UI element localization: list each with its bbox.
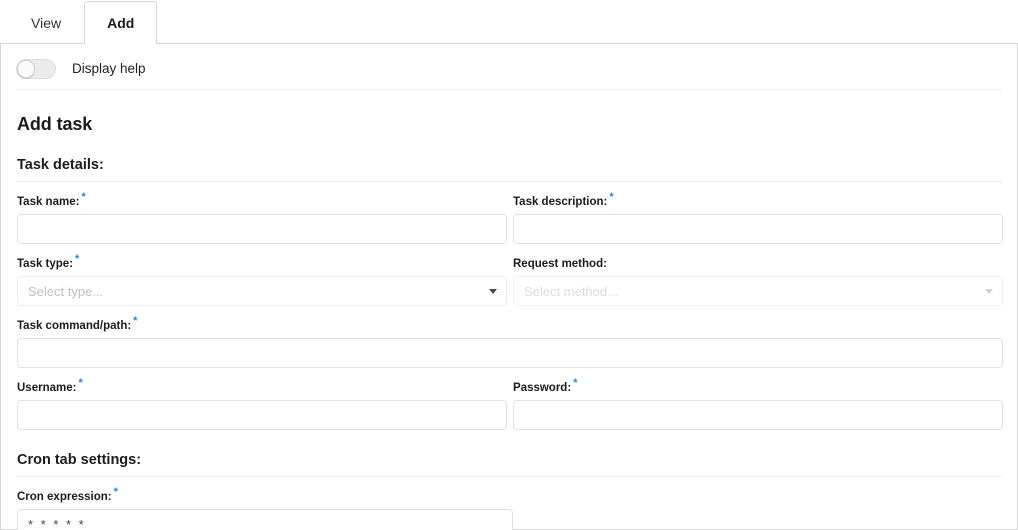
- field-task-command-path-label: Task command/path: *: [17, 316, 1003, 333]
- field-task-description: Task description: *: [513, 192, 1003, 244]
- toggle-knob-icon: [17, 59, 35, 78]
- field-cron-expression-label: Cron expression: *: [17, 487, 513, 504]
- section-cron-settings-divider: [17, 476, 1002, 477]
- required-marker: *: [133, 315, 138, 328]
- tab-panel-add: Display help Add task Task details: Task…: [0, 44, 1018, 530]
- field-task-name: Task name: *: [17, 192, 507, 244]
- field-username-label-text: Username:: [17, 382, 77, 394]
- section-cron-settings: Cron tab settings: Cron expression: *: [15, 452, 1003, 530]
- section-task-details-divider: [17, 181, 1002, 182]
- add-task-page: View Add Display help Add task Task deta…: [0, 0, 1018, 530]
- required-marker: *: [573, 377, 578, 390]
- chevron-down-icon: [489, 289, 497, 294]
- field-password-label-text: Password:: [513, 382, 572, 394]
- task-type-select-placeholder: Select type...: [28, 283, 104, 299]
- field-request-method-label-text: Request method:: [513, 258, 607, 270]
- form-row-cron-expression: Cron expression: *: [17, 487, 1003, 530]
- section-task-details: Task details: Task name: * Task descripti…: [15, 157, 1003, 430]
- task-name-input[interactable]: [17, 214, 507, 244]
- tab-add-label: Add: [107, 15, 135, 31]
- task-command-path-input[interactable]: [17, 338, 1003, 368]
- display-help-row: Display help: [16, 44, 1002, 90]
- cron-expression-input[interactable]: [17, 509, 513, 530]
- password-input[interactable]: [513, 400, 1003, 430]
- tab-view-label: View: [31, 15, 62, 31]
- field-request-method-label: Request method:: [513, 257, 1003, 271]
- required-marker: *: [78, 377, 83, 390]
- field-password-label: Password: *: [513, 378, 1003, 395]
- field-task-description-label: Task description: *: [513, 192, 1003, 209]
- field-task-name-label: Task name: *: [17, 192, 507, 209]
- field-task-command-path-label-text: Task command/path:: [17, 320, 132, 332]
- field-username-label: Username: *: [17, 378, 507, 395]
- section-task-details-title: Task details:: [17, 157, 104, 173]
- field-password: Password: *: [513, 378, 1003, 430]
- form-row-type-method: Task type: * Select type... Request metho…: [17, 254, 1003, 306]
- form-row-credentials: Username: * Password: *: [17, 378, 1003, 430]
- field-task-type-label: Task type: *: [17, 254, 507, 271]
- required-marker: *: [113, 486, 118, 499]
- section-cron-settings-title: Cron tab settings:: [17, 452, 142, 468]
- required-marker: *: [75, 253, 80, 266]
- field-username: Username: *: [17, 378, 507, 430]
- field-task-name-label-text: Task name:: [17, 196, 80, 208]
- display-help-label: Display help: [72, 61, 146, 76]
- form-row-name-description: Task name: * Task description: *: [17, 192, 1003, 244]
- tab-view[interactable]: View: [8, 1, 85, 44]
- page-title: Add task: [17, 114, 93, 134]
- required-marker: *: [609, 191, 614, 204]
- username-input[interactable]: [17, 400, 507, 430]
- field-task-command-path: Task command/path: *: [17, 316, 1003, 368]
- field-cron-expression: Cron expression: *: [17, 487, 513, 530]
- field-task-type: Task type: * Select type...: [17, 254, 507, 306]
- display-help-toggle[interactable]: [16, 58, 56, 79]
- tab-bar: View Add: [0, 0, 1018, 45]
- task-type-select[interactable]: Select type...: [17, 276, 507, 306]
- tab-add[interactable]: Add: [84, 1, 158, 45]
- required-marker: *: [81, 191, 86, 204]
- field-task-type-label-text: Task type:: [17, 258, 74, 270]
- request-method-select[interactable]: Select method...: [513, 276, 1003, 306]
- field-request-method: Request method: Select method...: [513, 257, 1003, 306]
- field-cron-expression-label-text: Cron expression:: [17, 491, 112, 503]
- request-method-select-placeholder: Select method...: [524, 283, 618, 299]
- task-description-input[interactable]: [513, 214, 1003, 244]
- form-row-command-path: Task command/path: *: [17, 316, 1003, 368]
- field-task-description-label-text: Task description:: [513, 196, 608, 208]
- chevron-down-icon: [985, 289, 993, 294]
